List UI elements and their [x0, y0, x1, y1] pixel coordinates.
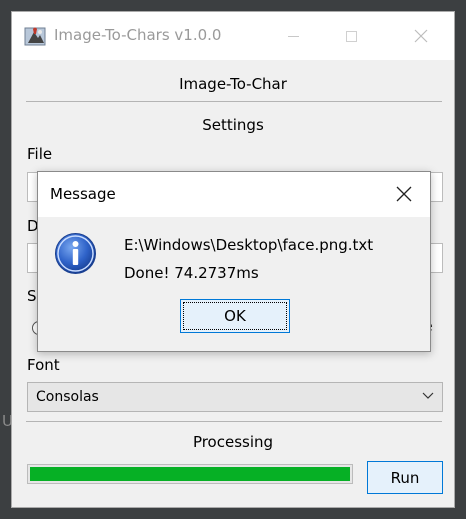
font-select-value: Consolas [36, 389, 99, 405]
close-button[interactable] [398, 12, 444, 60]
message-dialog: Message E:\Windows\Desktop\face.png.txt … [37, 171, 431, 352]
ok-button[interactable]: OK [180, 299, 290, 333]
ok-button-label: OK [183, 302, 287, 330]
processing-heading: Processing [192, 433, 274, 451]
close-icon [414, 29, 428, 43]
app-heading: Image-To-Char [179, 75, 287, 93]
dialog-title-bar: Message [38, 172, 430, 217]
app-icon [24, 27, 46, 46]
divider [26, 101, 442, 102]
font-label: Font [27, 356, 60, 374]
s-label: S [27, 287, 37, 305]
file-label: File [27, 145, 53, 163]
minimize-button[interactable] [270, 12, 316, 60]
message-line-path: E:\Windows\Desktop\face.png.txt [124, 236, 374, 254]
maximize-icon [345, 30, 357, 42]
window-title: Image-To-Chars v1.0.0 [54, 26, 222, 44]
chevron-down-icon [422, 392, 434, 399]
dialog-title: Message [50, 185, 116, 203]
info-icon [55, 233, 96, 274]
title-bar: Image-To-Chars v1.0.0 [12, 12, 454, 60]
maximize-button[interactable] [328, 12, 374, 60]
settings-heading: Settings [202, 116, 264, 134]
progress-fill [30, 467, 350, 481]
minimize-icon [287, 35, 299, 37]
message-line-status: Done! 74.2737ms [124, 264, 259, 282]
progress-bar [27, 464, 353, 484]
font-select[interactable]: Consolas [27, 382, 443, 412]
divider [26, 421, 442, 422]
close-icon[interactable] [394, 184, 414, 204]
run-button[interactable]: Run [367, 461, 443, 494]
